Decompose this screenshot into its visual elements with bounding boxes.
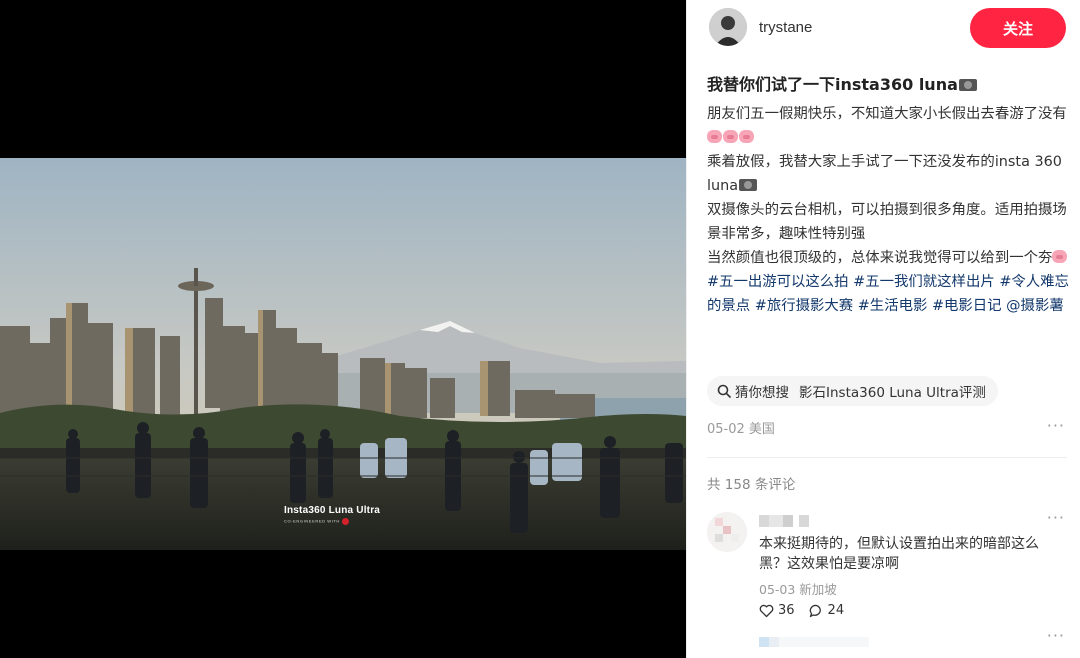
search-chip-query: 影石Insta360 Luna Ultra评测 bbox=[799, 385, 986, 401]
post-detail-panel: trystane 关注 我替你们试了一下insta360 luna 朋友们五一假… bbox=[686, 0, 1080, 658]
leica-logo bbox=[341, 518, 349, 525]
tag-list: #五一出游可以这么拍 #五一我们就这样出片 #令人难忘的景点 #旅行摄影大赛 #… bbox=[707, 270, 1069, 318]
mention-link[interactable]: @摄影薯 bbox=[1006, 298, 1064, 314]
post-body: 朋友们五一假期快乐，不知道大家小长假出去春游了没有 乘着放假，我替大家上手试了一… bbox=[707, 102, 1069, 318]
comment-item: ··· 本来挺期待的，但默认设置拍出来的暗部这么黑？这效果怕是要凉啊 05-03… bbox=[707, 508, 1067, 622]
post-meta: 05-02 美国 ··· bbox=[707, 416, 1067, 438]
comment-count: 共 158 条评论 bbox=[707, 477, 796, 493]
post-date-location: 05-02 美国 bbox=[707, 422, 775, 437]
commenter-name-redacted[interactable] bbox=[759, 512, 821, 527]
media-viewer[interactable]: Insta360 Luna Ultra CO-ENGINEERED WITH bbox=[0, 0, 686, 658]
author-avatar[interactable] bbox=[709, 8, 747, 46]
comment-item: ··· bbox=[707, 626, 1067, 658]
pig-emoji bbox=[1052, 250, 1068, 263]
camera-emoji bbox=[958, 79, 977, 91]
like-button[interactable]: 36 bbox=[759, 603, 795, 618]
tag-link[interactable]: #五一出游可以这么拍 bbox=[707, 274, 849, 290]
pig-emoji bbox=[739, 130, 754, 143]
tag-link[interactable]: #生活电影 bbox=[858, 298, 928, 314]
author-name[interactable]: trystane bbox=[759, 19, 812, 36]
more-icon[interactable]: ··· bbox=[1047, 626, 1065, 645]
comment-icon bbox=[809, 604, 821, 617]
pig-emoji bbox=[723, 130, 738, 143]
reply-count: 24 bbox=[827, 603, 845, 618]
body-line-2: 乘着放假，我替大家上手试了一下还没发布的insta 360 luna bbox=[707, 150, 1069, 198]
post-title: 我替你们试了一下insta360 luna bbox=[707, 71, 1067, 95]
body-text-4: 当然颜值也很顶级的，总体来说我觉得可以给到一个夯 bbox=[707, 250, 1053, 266]
commenter-avatar[interactable] bbox=[707, 512, 747, 552]
search-icon bbox=[717, 384, 731, 398]
divider bbox=[707, 457, 1067, 458]
pig-emoji bbox=[707, 130, 722, 143]
more-icon[interactable]: ··· bbox=[1047, 508, 1065, 527]
commenter-name-redacted[interactable] bbox=[759, 632, 869, 647]
heart-icon bbox=[759, 604, 774, 617]
seattle-skyline-image bbox=[0, 158, 686, 550]
comment-actions: 36 24 bbox=[759, 603, 858, 618]
tag-link[interactable]: #五一我们就这样出片 bbox=[853, 274, 995, 290]
author-bar: trystane 关注 bbox=[709, 8, 1069, 48]
more-icon[interactable]: ··· bbox=[1047, 416, 1065, 435]
tag-link[interactable]: #旅行摄影大赛 bbox=[755, 298, 853, 314]
like-count: 36 bbox=[778, 603, 795, 618]
avatar-image bbox=[709, 8, 747, 46]
post-photo[interactable] bbox=[0, 158, 686, 550]
reply-button[interactable]: 24 bbox=[809, 603, 845, 618]
post-title-text: 我替你们试了一下insta360 luna bbox=[707, 75, 958, 94]
body-text-1: 朋友们五一假期快乐，不知道大家小长假出去春游了没有 bbox=[707, 106, 1067, 122]
camera-emoji bbox=[739, 179, 758, 191]
follow-button[interactable]: 关注 bbox=[970, 8, 1066, 48]
suggested-search-chip[interactable]: 猜你想搜 影石Insta360 Luna Ultra评测 bbox=[707, 376, 998, 406]
search-chip-label: 猜你想搜 bbox=[735, 385, 789, 401]
body-text-3: 双摄像头的云台相机，可以拍摄到很多角度。适用拍摄场景非常多，趣味性特别强 bbox=[707, 202, 1067, 242]
body-line-3: 双摄像头的云台相机，可以拍摄到很多角度。适用拍摄场景非常多，趣味性特别强 bbox=[707, 198, 1069, 246]
comment-text: 本来挺期待的，但默认设置拍出来的暗部这么黑？这效果怕是要凉啊 bbox=[759, 536, 1039, 572]
body-line-1: 朋友们五一假期快乐，不知道大家小长假出去春游了没有 bbox=[707, 102, 1069, 150]
avatar-image bbox=[707, 512, 747, 552]
watermark-main: Insta360 Luna Ultra bbox=[284, 505, 381, 516]
body-text-2: 乘着放假，我替大家上手试了一下还没发布的insta 360 luna bbox=[707, 154, 1062, 194]
tag-link[interactable]: #电影日记 bbox=[932, 298, 1002, 314]
comment-meta: 05-03 新加坡 bbox=[759, 582, 837, 597]
watermark-sub: CO-ENGINEERED WITH bbox=[284, 518, 380, 525]
body-line-4: 当然颜值也很顶级的，总体来说我觉得可以给到一个夯 bbox=[707, 246, 1069, 270]
photo-watermark: Insta360 Luna Ultra CO-ENGINEERED WITH bbox=[284, 505, 380, 525]
